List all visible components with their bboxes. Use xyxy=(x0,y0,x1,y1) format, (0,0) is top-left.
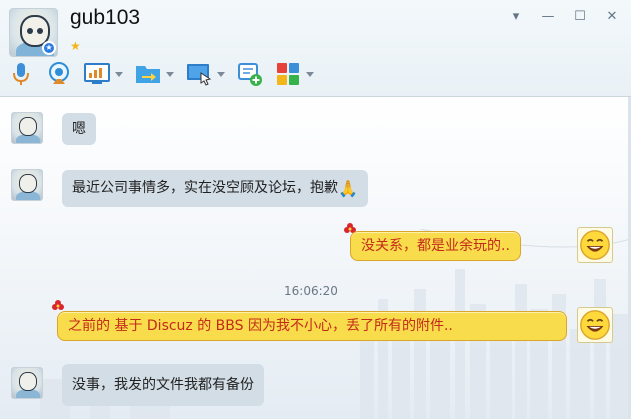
chevron-down-icon[interactable] xyxy=(166,71,174,77)
message-bubble[interactable]: 之前的 基于 Discuz 的 BBS 因为我不小心，丢了所有的附件.. xyxy=(57,311,567,341)
message-timestamp: 16:06:20 xyxy=(284,284,338,298)
message-text: 之前的 基于 Discuz 的 BBS 因为我不小心，丢了所有的附件.. xyxy=(68,318,453,334)
maximize-button[interactable]: ☐ xyxy=(571,8,589,26)
screen-share-button[interactable] xyxy=(186,61,225,87)
toolbar xyxy=(8,61,326,87)
message-bubble[interactable]: 嗯 xyxy=(62,113,96,145)
verified-badge-icon: ★ xyxy=(42,41,56,55)
chat-plus-icon xyxy=(238,63,262,86)
window-controls: ▾ — ☐ ✕ xyxy=(507,8,621,26)
app-grid-icon xyxy=(277,63,299,85)
sender-avatar[interactable] xyxy=(11,169,43,201)
chevron-down-icon[interactable] xyxy=(306,71,314,77)
sender-avatar[interactable] xyxy=(11,112,43,144)
chat-header: ★ gub103 ★ ▾ — ☐ ✕ xyxy=(0,0,631,97)
screen-cursor-icon xyxy=(187,64,212,86)
remote-assistance-button[interactable] xyxy=(84,61,123,87)
chevron-down-icon[interactable] xyxy=(217,71,225,77)
send-file-button[interactable] xyxy=(135,61,174,87)
message-list[interactable]: 嗯 最近公司事情多，实在没空顾及论坛，抱歉🙏 没关系，都是业余玩的.. 16:0… xyxy=(0,97,631,419)
sender-avatar[interactable] xyxy=(11,367,43,399)
pray-emoji-icon: 🙏 xyxy=(338,179,358,198)
close-button[interactable]: ✕ xyxy=(603,8,621,26)
self-avatar-smiley-icon[interactable] xyxy=(577,307,613,343)
webcam-icon xyxy=(49,62,69,84)
message-bubble[interactable]: 最近公司事情多，实在没空顾及论坛，抱歉🙏 xyxy=(62,170,368,207)
monitor-chart-icon xyxy=(84,63,110,84)
contact-avatar[interactable]: ★ xyxy=(9,8,58,57)
create-discussion-button[interactable] xyxy=(237,61,263,87)
message-text: 没关系，都是业余玩的.. xyxy=(361,238,510,254)
video-call-button[interactable] xyxy=(46,61,72,87)
app-center-button[interactable] xyxy=(275,61,314,87)
chevron-down-icon[interactable] xyxy=(115,71,123,77)
message-bubble[interactable]: 没关系，都是业余玩的.. xyxy=(350,231,521,261)
contact-name[interactable]: gub103 xyxy=(70,6,140,30)
minimize-button[interactable]: — xyxy=(539,8,557,26)
message-bubble[interactable]: 没事，我发的文件我都有备份 xyxy=(62,364,264,406)
self-avatar-smiley-icon[interactable] xyxy=(577,227,613,263)
microphone-icon xyxy=(13,63,29,85)
message-text: 嗯 xyxy=(72,121,86,137)
message-text: 最近公司事情多，实在没空顾及论坛，抱歉 xyxy=(72,180,338,196)
folder-arrow-icon xyxy=(136,66,160,83)
level-star-icon[interactable]: ★ xyxy=(70,39,81,53)
voice-call-button[interactable] xyxy=(8,61,34,87)
options-menu-button[interactable]: ▾ xyxy=(507,8,525,26)
message-text: 没事，我发的文件我都有备份 xyxy=(72,377,254,393)
